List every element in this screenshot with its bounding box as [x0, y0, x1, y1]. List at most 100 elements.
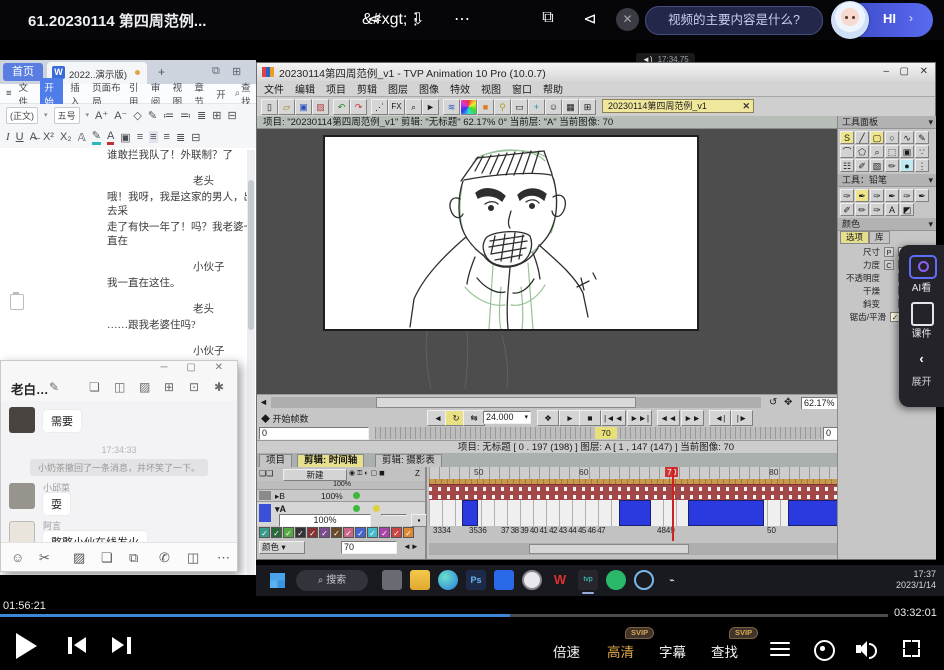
tab-options[interactable]: 选项	[840, 231, 869, 244]
tvp-menu-item[interactable]: 特效	[450, 81, 470, 96]
tvp-menu-item[interactable]: 编辑	[295, 81, 315, 96]
layer-color-check[interactable]: ✓	[271, 527, 282, 538]
tab-library[interactable]: 库	[869, 231, 890, 244]
avatar[interactable]	[9, 483, 35, 509]
current-frame-field[interactable]: 70	[341, 541, 397, 554]
quality-button[interactable]: 高清	[607, 641, 634, 661]
app-icon[interactable]: ⧉	[129, 550, 138, 566]
light-table-icon[interactable]: ⚲	[494, 99, 511, 115]
tvp-document-tab[interactable]: 20230114第四周范例_v1 ✕	[602, 99, 754, 113]
zoom-tool-icon[interactable]: ⌕	[405, 99, 422, 115]
close-icon[interactable]: ✕	[920, 66, 928, 77]
new-file-icon[interactable]: ▯	[261, 99, 278, 115]
italic-icon[interactable]: I	[6, 131, 10, 143]
layer-color-check[interactable]: ✓	[283, 527, 294, 538]
apps-grid-icon[interactable]: ⊞	[164, 380, 174, 394]
layer-color-check[interactable]: ✓	[259, 527, 270, 538]
layer-light-dot[interactable]	[373, 505, 380, 512]
prev-episode-icon[interactable]	[74, 637, 86, 653]
shading-icon[interactable]: ⊟	[227, 109, 236, 122]
courseware-icon[interactable]	[911, 302, 934, 326]
emoji-icon[interactable]: ☺	[11, 550, 24, 565]
progress-bar[interactable]	[0, 614, 888, 617]
current-tool-header[interactable]: 工具：铅笔▾	[838, 174, 936, 187]
ai-watch-icon[interactable]	[909, 255, 937, 279]
expand-label[interactable]: 展开	[899, 373, 944, 388]
more-icon[interactable]: ⋯	[217, 550, 230, 566]
tool-panel-header[interactable]: 工具面板▾	[838, 116, 936, 129]
taskbar-search[interactable]: ⌕ 搜索	[296, 570, 368, 591]
align-center-icon[interactable]: ≡	[149, 131, 157, 143]
speed-button[interactable]: 倍速	[553, 641, 580, 661]
clear-format-icon[interactable]: ◇	[133, 109, 141, 122]
brush-icon[interactable]: ✑	[840, 189, 854, 202]
rotate-reset-icon[interactable]: ↺	[769, 397, 777, 408]
stroke-icon[interactable]: ⋰	[371, 99, 388, 115]
format-painter-icon[interactable]: ✎	[148, 109, 157, 122]
hamburger-icon[interactable]: ≡	[6, 88, 12, 99]
wps-icon[interactable]: W	[550, 570, 570, 590]
tvp-menu-item[interactable]: 项目	[326, 81, 346, 96]
layer-options-icon[interactable]: ▪	[411, 514, 427, 527]
next-frames-icon[interactable]: ►►	[681, 410, 704, 426]
cast-icon[interactable]: ⊲	[578, 9, 602, 29]
monitor-icon[interactable]: ▭	[511, 99, 528, 115]
tab-clip-timeline[interactable]: 剪辑: 时间轴	[297, 454, 364, 468]
tab-clip-xsheet[interactable]: 剪辑: 摄影表	[375, 454, 442, 468]
underline-icon[interactable]: U	[16, 131, 24, 143]
layer-a-opacity-field[interactable]: 100%	[279, 514, 371, 527]
subtitle-button[interactable]: 字幕	[659, 641, 686, 661]
folder-icon[interactable]: ❏	[89, 380, 100, 394]
maximize-icon[interactable]: ▢	[900, 66, 909, 77]
image-icon[interactable]: ▨	[139, 380, 150, 394]
chat-window-controls[interactable]: ─ ▢ ✕	[161, 362, 231, 373]
select-rect-icon[interactable]: ⬚	[885, 145, 899, 158]
file-icon[interactable]: ❏	[101, 550, 113, 566]
text-effect-icon[interactable]: 𝔸	[78, 131, 86, 144]
layer-visible-dot[interactable]	[353, 492, 360, 499]
layer-color-check[interactable]: ✓	[391, 527, 402, 538]
wps-scrollbar[interactable]	[247, 150, 255, 575]
justify-icon[interactable]: ≣	[176, 131, 185, 144]
layer-color-check[interactable]: ✓	[343, 527, 354, 538]
prev-frames-icon[interactable]: ◄◄	[657, 410, 680, 426]
layer-a-thumb[interactable]	[259, 504, 271, 522]
collapse-chevron-icon[interactable]: ‹	[899, 351, 944, 366]
minimize-icon[interactable]: –	[883, 66, 889, 77]
export-icon[interactable]: ▨	[312, 99, 329, 115]
fill-tool-icon[interactable]: ▧	[870, 159, 884, 172]
timeline-cell-selected[interactable]	[462, 500, 478, 526]
browser-app-icon[interactable]	[634, 570, 654, 590]
text-tool-icon[interactable]: A	[885, 203, 899, 216]
redo-icon[interactable]: ↷	[350, 99, 367, 115]
wps-menu-more[interactable]: 开	[216, 87, 226, 101]
color-wheel-icon[interactable]	[460, 99, 477, 115]
char-border-icon[interactable]: ▣	[120, 131, 130, 144]
superscript-icon[interactable]: X²	[43, 131, 54, 143]
open-folder-icon[interactable]: ▱	[278, 99, 295, 115]
file-explorer-icon[interactable]	[410, 570, 430, 590]
canvas-hscroll[interactable]	[271, 397, 761, 408]
close-assistant-icon[interactable]: ✕	[616, 8, 639, 31]
utility-app-icon[interactable]: ⌁	[662, 570, 682, 590]
fit-view-icon[interactable]: ✥	[784, 397, 792, 408]
lasso-tool-icon[interactable]: ⌒	[840, 145, 854, 158]
layers-icon[interactable]: ≋	[443, 99, 460, 115]
brush-icon[interactable]: ✑	[900, 189, 914, 202]
font-color-icon[interactable]: A	[107, 130, 114, 145]
layer-color-check[interactable]: ✓	[379, 527, 390, 538]
align-right-icon[interactable]: ≡	[164, 131, 170, 143]
layer-visible-dot[interactable]	[353, 505, 360, 512]
chat-messages[interactable]: 需要 17:34:33 小奶茶撤回了一条消息，并坏笑了一下。 小邱菜 耍 阿言 …	[1, 401, 237, 545]
layer-toggle-icons[interactable]: ◉ ⚿ ◐ ▢ ◼	[349, 469, 385, 478]
brush-icon[interactable]: ✑	[870, 203, 884, 216]
fps-field[interactable]: 24.000 ▾	[483, 411, 531, 424]
polygon-tool-icon[interactable]: ⬠	[855, 145, 869, 158]
number-list-icon[interactable]: ≕	[180, 109, 191, 122]
start-frame-field[interactable]: 0	[259, 427, 369, 440]
tvp-title-bar[interactable]: 20230114第四周范例_v1 - TVP Animation 10 Pro …	[257, 63, 935, 82]
layer-color-check[interactable]: ✓	[355, 527, 366, 538]
next-episode-icon[interactable]	[127, 637, 131, 654]
power-profile-button[interactable]: C	[884, 260, 894, 270]
scroll-left-icon[interactable]: ◄	[259, 397, 268, 407]
